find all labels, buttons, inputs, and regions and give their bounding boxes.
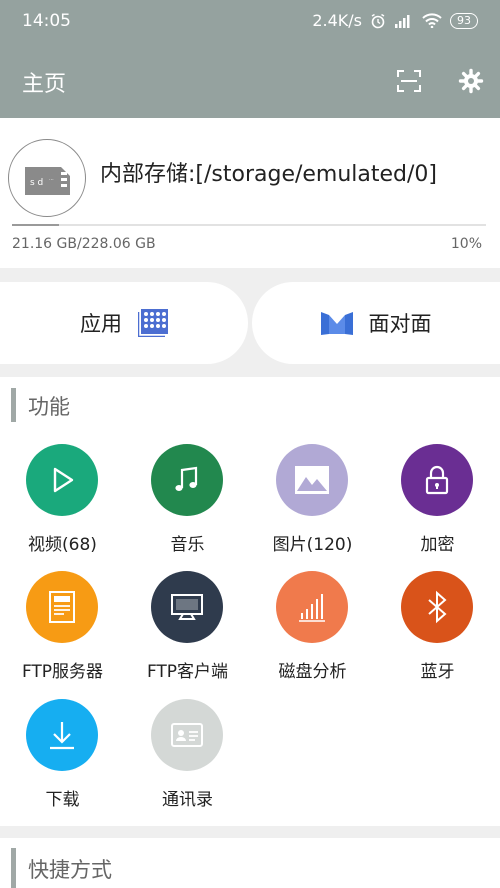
internal-storage-card[interactable]: s d ... 内部存储:[/storage/emulated/0] 21.16…	[0, 118, 500, 268]
function-disk-analysis[interactable]: 磁盘分析	[250, 559, 375, 682]
function-label: FTP客户端	[146, 662, 229, 682]
storage-used-text: 21.16 GB/228.06 GB	[12, 236, 156, 252]
image-icon	[276, 444, 348, 516]
apps-grid-icon	[138, 309, 168, 337]
battery-indicator: 93	[450, 12, 478, 29]
functions-grid: 视频(68) 音乐 图片(120) 加密 FTP服务器 FTP客户端 磁盘分析 …	[0, 432, 500, 826]
function-images[interactable]: 图片(120)	[250, 432, 375, 555]
ftp-client-icon	[151, 571, 223, 643]
storage-usage-fill	[12, 224, 60, 226]
sd-card-icon: s d ...	[8, 139, 86, 217]
ftp-server-icon	[26, 571, 98, 643]
function-label: 通讯录	[162, 790, 213, 810]
function-contacts[interactable]: 通讯录	[125, 687, 250, 810]
function-encrypt[interactable]: 加密	[375, 432, 500, 555]
bluetooth-icon	[401, 571, 473, 643]
section-accent-bar	[11, 848, 16, 888]
page-title: 主页	[22, 72, 67, 97]
signal-icon	[395, 14, 410, 28]
functions-section-header: 功能	[0, 377, 500, 433]
scan-icon[interactable]	[396, 69, 422, 93]
network-speed: 2.4K/s	[312, 11, 362, 30]
face-to-face-label: 面对面	[368, 312, 432, 336]
alarm-icon	[371, 13, 385, 28]
face-to-face-icon	[320, 312, 353, 335]
storage-usage-bar	[12, 224, 486, 226]
storage-path-label: 内部存储:[/storage/emulated/0]	[100, 162, 438, 187]
apps-label: 应用	[80, 312, 122, 336]
section-accent-bar	[11, 388, 16, 422]
shortcuts-section-header: 快捷方式	[0, 838, 500, 888]
download-icon	[26, 699, 98, 771]
apps-button[interactable]: 应用	[0, 282, 248, 364]
function-ftp-server[interactable]: FTP服务器	[0, 559, 125, 682]
function-video[interactable]: 视频(68)	[0, 432, 125, 555]
function-label: 蓝牙	[420, 662, 455, 682]
shortcuts-title: 快捷方式	[28, 858, 112, 882]
status-time: 14:05	[22, 11, 71, 31]
status-icons: 2.4K/s 93	[312, 11, 478, 30]
face-to-face-button[interactable]: 面对面	[252, 282, 500, 364]
status-bar: 14:05 2.4K/s 93	[0, 0, 500, 42]
settings-gear-icon[interactable]	[458, 68, 484, 94]
disk-analysis-icon	[276, 571, 348, 643]
function-label: 图片(120)	[272, 535, 353, 555]
functions-title: 功能	[28, 395, 70, 419]
contacts-icon	[151, 699, 223, 771]
app-bar: 主页	[0, 42, 500, 118]
function-label: 加密	[420, 535, 455, 555]
wifi-icon	[422, 13, 442, 28]
function-ftp-client[interactable]: FTP客户端	[125, 559, 250, 682]
function-label: 音乐	[170, 535, 205, 555]
function-label: 磁盘分析	[278, 662, 347, 682]
video-icon	[26, 444, 98, 516]
function-bluetooth[interactable]: 蓝牙	[375, 559, 500, 682]
lock-icon	[401, 444, 473, 516]
function-download[interactable]: 下载	[0, 687, 125, 810]
function-music[interactable]: 音乐	[125, 432, 250, 555]
svg-text:s d: s d	[30, 178, 43, 188]
svg-text:...: ...	[49, 176, 54, 182]
music-icon	[151, 444, 223, 516]
storage-percent-text: 10%	[450, 236, 482, 252]
